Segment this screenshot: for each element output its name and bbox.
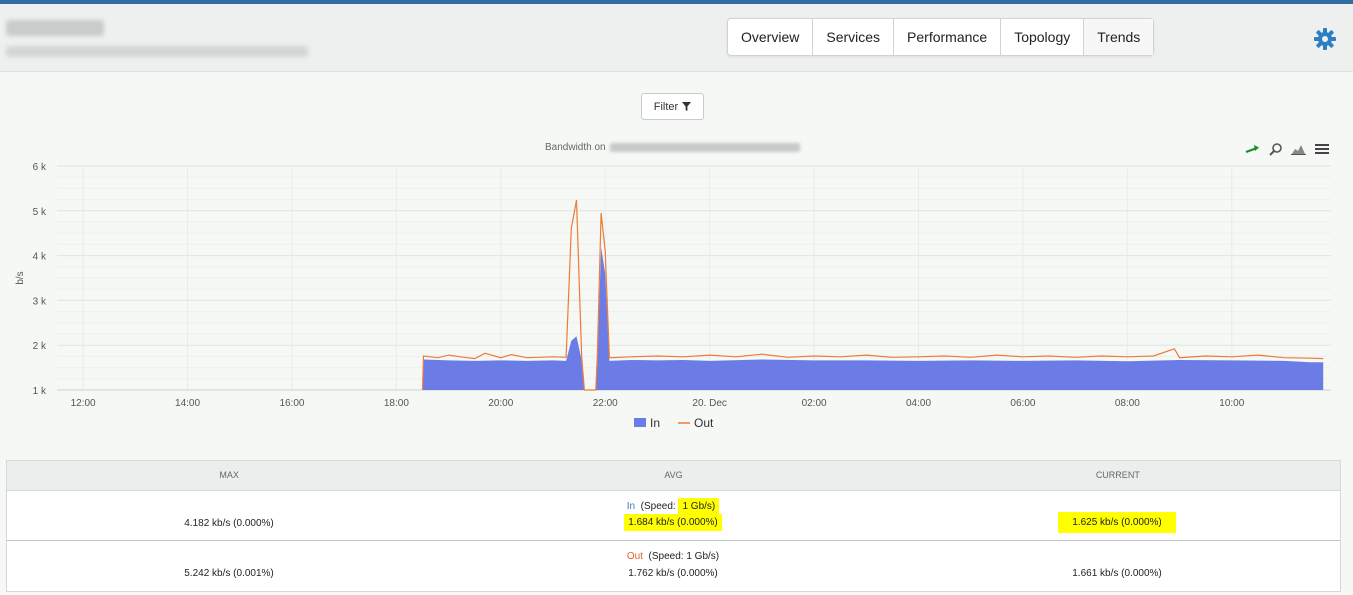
tab-services[interactable]: Services	[813, 19, 895, 55]
legend-swatch-in	[634, 418, 646, 427]
out-speed-prefix: (Speed:	[648, 551, 687, 562]
y-tick-label: 6 k	[33, 162, 47, 173]
y-axis-label: b/s	[15, 271, 26, 284]
page-header: Overview Services Performance Topology T…	[0, 4, 1353, 72]
device-name-redacted	[6, 20, 104, 36]
x-tick-label: 18:00	[384, 398, 409, 409]
funnel-icon	[682, 102, 692, 111]
gear-icon[interactable]	[1313, 27, 1337, 51]
tab-trends[interactable]: Trends	[1084, 19, 1154, 55]
x-tick-label: 08:00	[1115, 398, 1140, 409]
y-tick-label: 4 k	[33, 252, 47, 263]
bandwidth-stats-table: MAX AVG CURRENT 4.182 kb/s (0.000%) In (…	[6, 460, 1341, 592]
x-tick-label: 14:00	[175, 398, 200, 409]
out-speed: 1 Gb/s)	[686, 551, 720, 562]
legend-label-in: In	[650, 416, 660, 430]
filter-label: Filter	[653, 100, 679, 113]
x-tick-label: 10:00	[1219, 398, 1244, 409]
out-max: 5.242 kb/s (0.001%)	[184, 568, 274, 579]
tab-performance[interactable]: Performance	[894, 19, 1002, 55]
x-tick-label: 20. Dec	[692, 398, 726, 409]
tab-topology[interactable]: Topology	[1001, 19, 1085, 55]
x-tick-label: 16:00	[279, 398, 304, 409]
x-tick-label: 20:00	[488, 398, 513, 409]
y-tick-label: 2 k	[33, 341, 47, 352]
out-label: Out	[626, 551, 643, 562]
in-label: In	[626, 501, 636, 512]
view-tabs: Overview Services Performance Topology T…	[727, 18, 1155, 56]
filter-button[interactable]: Filter	[641, 93, 704, 120]
x-tick-label: 04:00	[906, 398, 931, 409]
x-tick-label: 02:00	[802, 398, 827, 409]
x-tick-label: 06:00	[1010, 398, 1035, 409]
in-current: 1.625 kb/s (0.000%)	[1058, 512, 1176, 533]
in-speed: 1 Gb/s)	[678, 498, 720, 515]
out-current: 1.661 kb/s (0.000%)	[1072, 568, 1162, 579]
header-current: CURRENT	[1095, 470, 1140, 480]
out-avg: 1.762 kb/s (0.000%)	[628, 568, 718, 579]
device-details-redacted	[6, 46, 308, 57]
series-in-area	[422, 247, 1324, 390]
y-tick-label: 5 k	[33, 207, 47, 218]
y-tick-label: 3 k	[33, 296, 47, 307]
header-max: MAX	[219, 470, 239, 480]
table-header: MAX AVG CURRENT	[7, 461, 1340, 491]
x-tick-label: 22:00	[593, 398, 618, 409]
bandwidth-chart: 6 k 5 k 4 k 3 k 2 k 1 k 12:00 14:00 16:00 18:00 20…	[15, 162, 1331, 430]
in-label-line: In (Speed: 1 Gb/s)	[451, 498, 895, 515]
y-tick-label: 1 k	[33, 386, 47, 397]
in-avg: 1.684 kb/s (0.000%)	[624, 514, 722, 531]
table-row-out: 5.242 kb/s (0.001%) Out (Speed: 1 Gb/s) …	[7, 541, 1340, 590]
out-label-line: Out (Speed: 1 Gb/s)	[451, 551, 895, 562]
in-avg-wrap: 1.684 kb/s (0.000%)	[451, 514, 895, 531]
header-avg: AVG	[664, 470, 683, 480]
x-tick-label: 12:00	[71, 398, 96, 409]
tab-overview[interactable]: Overview	[728, 19, 814, 55]
table-row-in: 4.182 kb/s (0.000%) In (Speed: 1 Gb/s) 1…	[7, 491, 1340, 541]
in-speed-prefix: (Speed:	[640, 501, 679, 512]
legend-label-out: Out	[694, 416, 714, 430]
in-max: 4.182 kb/s (0.000%)	[184, 518, 274, 529]
in-current-wrap: 1.625 kb/s (0.000%)	[895, 512, 1339, 533]
